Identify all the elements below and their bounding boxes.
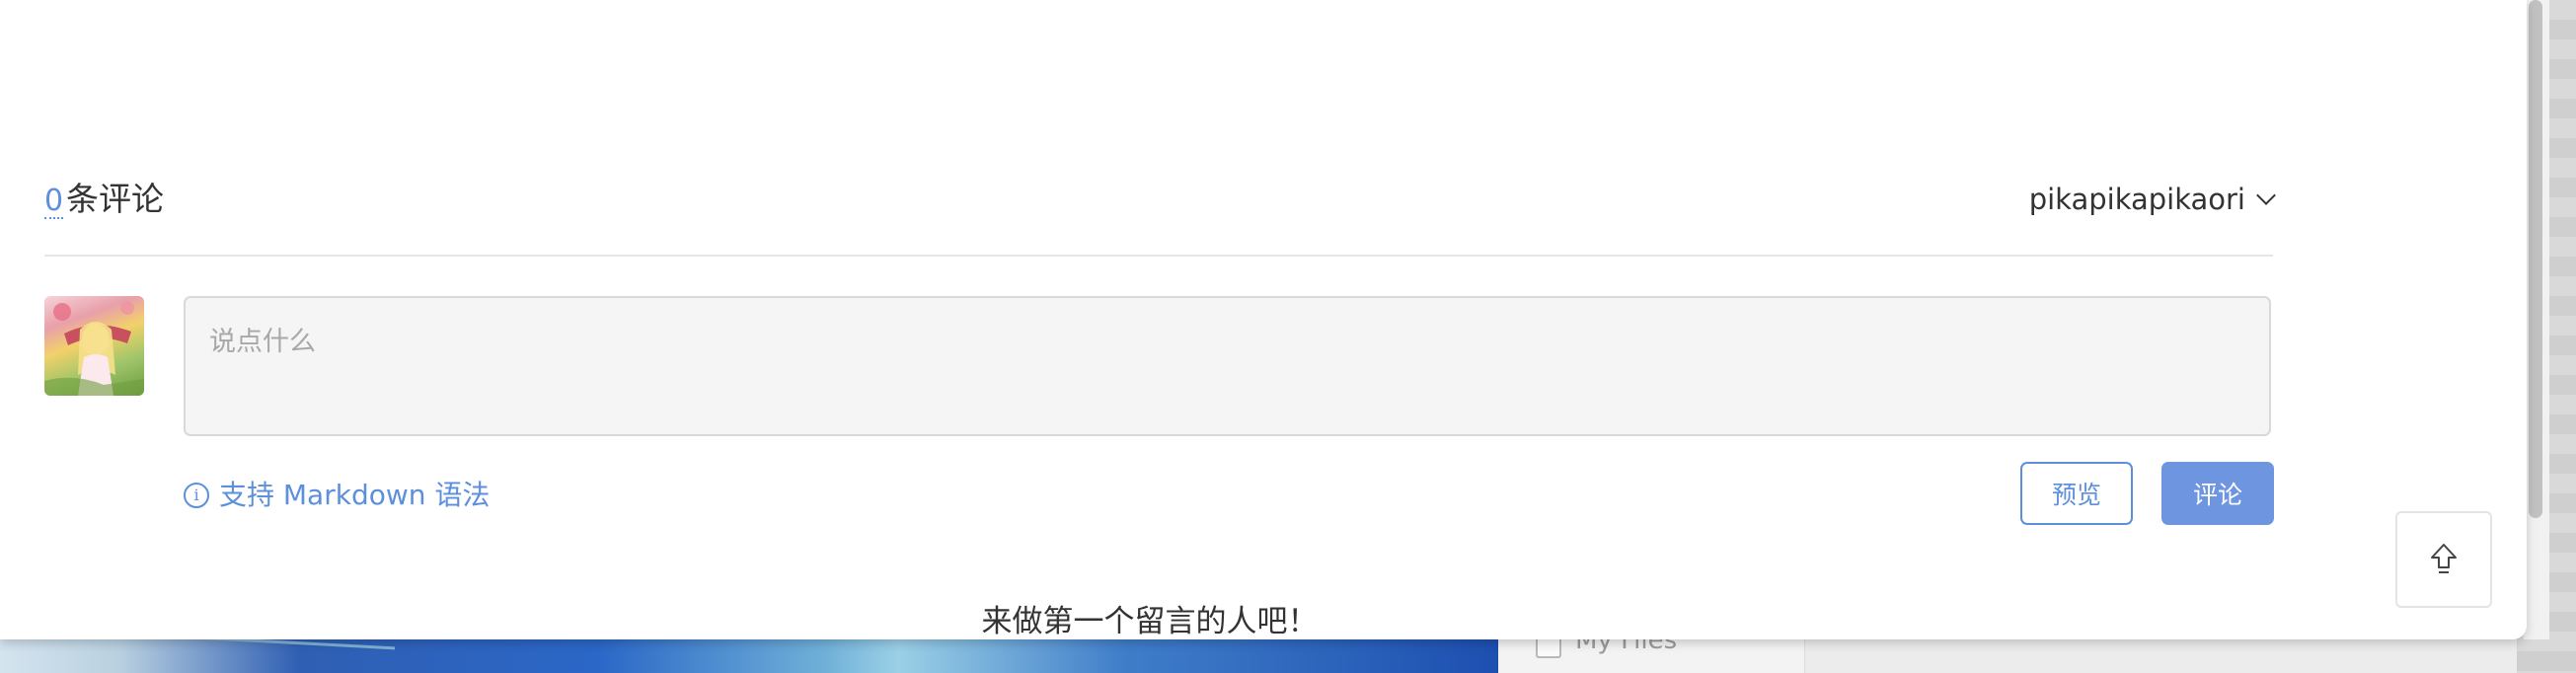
comment-input[interactable] <box>184 296 2271 436</box>
comment-count[interactable]: 0 <box>44 186 64 219</box>
avatar-image <box>44 301 144 396</box>
comment-header: 0 条评论 pikapikapikaori <box>44 178 2276 227</box>
markdown-hint-label: 支持 Markdown 语法 <box>219 479 491 511</box>
submit-comment-button[interactable]: 评论 <box>2161 462 2274 525</box>
chevron-down-icon[interactable] <box>2256 186 2276 205</box>
markdown-hint-link[interactable]: i 支持 Markdown 语法 <box>184 474 490 513</box>
info-icon: i <box>184 483 209 508</box>
username[interactable]: pikapikapikaori <box>2029 183 2245 216</box>
arrow-up-icon <box>2431 544 2457 573</box>
user-menu[interactable]: pikapikapikaori <box>2029 180 2276 219</box>
comment-count-label: 条评论 <box>66 180 164 218</box>
scrollbar-thumb[interactable] <box>2529 0 2542 518</box>
empty-comments-message: 来做第一个留言的人吧！ <box>981 604 1319 639</box>
preview-button[interactable]: 预览 <box>2020 462 2133 525</box>
comment-panel: 0 条评论 pikapikapikaori i 支持 Markdown 语法 预… <box>0 0 2527 639</box>
back-to-top-button[interactable] <box>2395 511 2492 608</box>
avatar <box>44 296 144 396</box>
header-divider <box>44 255 2273 257</box>
